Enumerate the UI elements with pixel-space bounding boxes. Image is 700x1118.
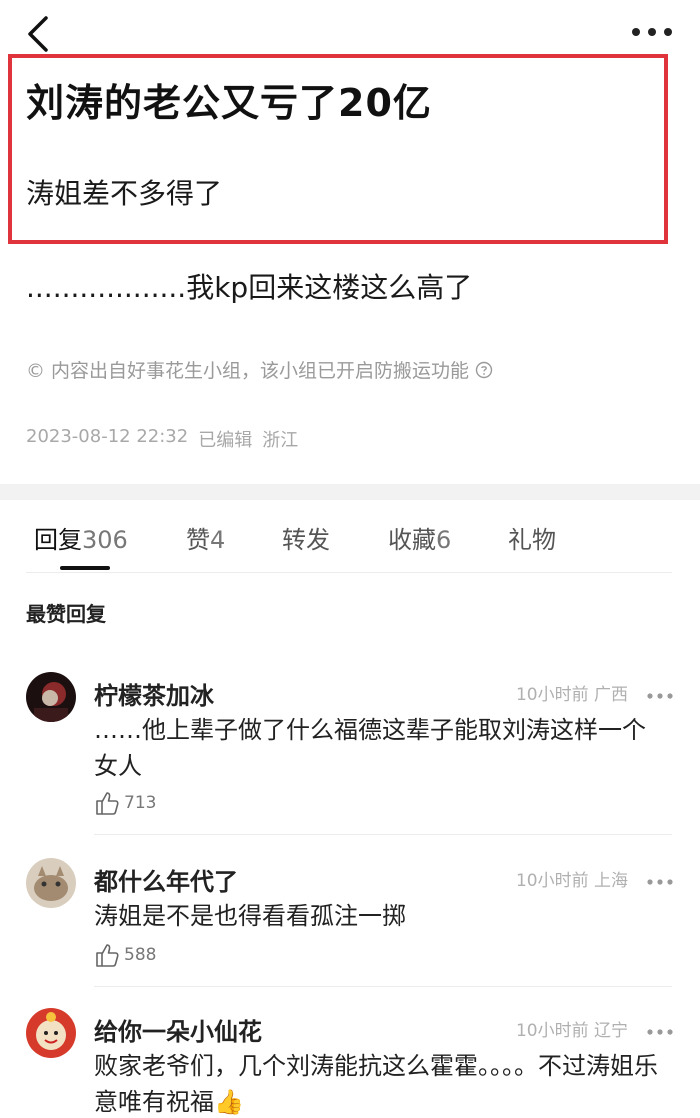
comment-region: 广西 — [594, 685, 628, 705]
like-count: 713 — [124, 793, 157, 813]
copyright-text: © 内容出自好事花生小组，该小组已开启防搬运功能 — [26, 360, 470, 382]
copyright-notice: © 内容出自好事花生小组，该小组已开启防搬运功能 — [26, 356, 493, 383]
thumbs-up-icon — [96, 792, 119, 815]
avatar[interactable] — [26, 858, 76, 908]
chevron-left-icon — [28, 16, 48, 52]
tab-likes-count: 4 — [210, 526, 226, 554]
tab-reposts-label: 转发 — [282, 526, 330, 554]
comment-more-button[interactable] — [646, 686, 674, 699]
tab-likes-label: 赞 — [186, 526, 210, 554]
tab-reposts[interactable]: 转发 — [282, 520, 330, 555]
avatar-image — [26, 858, 76, 908]
comment-author[interactable]: 都什么年代了 — [94, 862, 238, 897]
tab-favorites[interactable]: 收藏6 — [388, 520, 451, 555]
avatar-image — [26, 1008, 76, 1058]
tab-gifts-label: 礼物 — [508, 526, 556, 554]
tab-favorites-count: 6 — [436, 526, 452, 554]
post-title: 刘涛的老公又亏了20亿 — [26, 81, 432, 125]
comment-time-text: 10小时前 — [515, 871, 589, 891]
post-location: 浙江 — [262, 430, 299, 451]
comment-region: 辽宁 — [594, 1021, 628, 1041]
more-dots-icon — [647, 879, 673, 885]
comment-time: 10小时前 广西 — [516, 680, 628, 705]
avatar-image — [26, 672, 76, 722]
comment-divider — [94, 834, 672, 835]
top-replies-heading: 最赞回复 — [26, 602, 106, 626]
post-subtitle: 涛姐差不多得了 — [26, 177, 223, 210]
comment-time: 10小时前 上海 — [516, 866, 628, 891]
comment-more-button[interactable] — [646, 872, 674, 885]
tab-gifts[interactable]: 礼物 — [508, 520, 556, 555]
tab-likes[interactable]: 赞4 — [186, 520, 225, 555]
more-dots-icon — [647, 693, 673, 699]
section-divider — [0, 484, 700, 500]
avatar[interactable] — [26, 672, 76, 722]
more-dots-icon — [647, 1029, 673, 1035]
comment-time: 10小时前 辽宁 — [516, 1016, 628, 1041]
tab-favorites-label: 收藏 — [388, 526, 436, 554]
like-button[interactable]: 588 — [94, 942, 156, 968]
thumbs-up-icon — [96, 944, 119, 967]
post-date: 2023-08-12 22:32 — [26, 426, 189, 447]
like-button[interactable]: 713 — [94, 790, 156, 816]
comment-author[interactable]: 柠檬茶加冰 — [94, 676, 214, 711]
comment-text: 败家老爷们，几个刘涛能抗这么霍霍。。。。不过涛姐乐意唯有祝福👍 — [94, 1052, 658, 1116]
comment-region: 上海 — [594, 871, 628, 891]
tab-replies[interactable]: 回复306 — [34, 520, 128, 555]
post-meta: 2023-08-12 22:32 已编辑 浙江 — [26, 426, 298, 452]
active-tab-indicator — [60, 566, 110, 570]
more-dots-icon — [632, 28, 672, 36]
comment-text: 涛姐是不是也得看看孤注一掷 — [94, 902, 406, 930]
comment-time-text: 10小时前 — [515, 685, 589, 705]
post-body-line: ..................我kp回来这楼这么高了 — [26, 271, 473, 304]
post-edited: 已编辑 — [198, 430, 253, 451]
comment-time-text: 10小时前 — [515, 1021, 589, 1041]
post-detail-page: 刘涛的老公又亏了20亿 涛姐差不多得了 ..................我k… — [0, 0, 700, 1118]
back-button[interactable] — [22, 12, 58, 56]
tab-replies-label: 回复 — [34, 526, 82, 554]
question-circle-icon[interactable] — [475, 361, 493, 379]
like-count: 588 — [124, 945, 157, 965]
more-options-button[interactable] — [630, 22, 674, 42]
comment-author[interactable]: 给你一朵小仙花 — [94, 1012, 262, 1047]
tab-bar-divider — [26, 572, 672, 573]
tab-replies-count: 306 — [82, 526, 128, 554]
comment-more-button[interactable] — [646, 1022, 674, 1035]
comment-divider — [94, 986, 672, 987]
comment-text: ……他上辈子做了什么福德这辈子能取刘涛这样一个女人 — [94, 716, 646, 780]
avatar[interactable] — [26, 1008, 76, 1058]
